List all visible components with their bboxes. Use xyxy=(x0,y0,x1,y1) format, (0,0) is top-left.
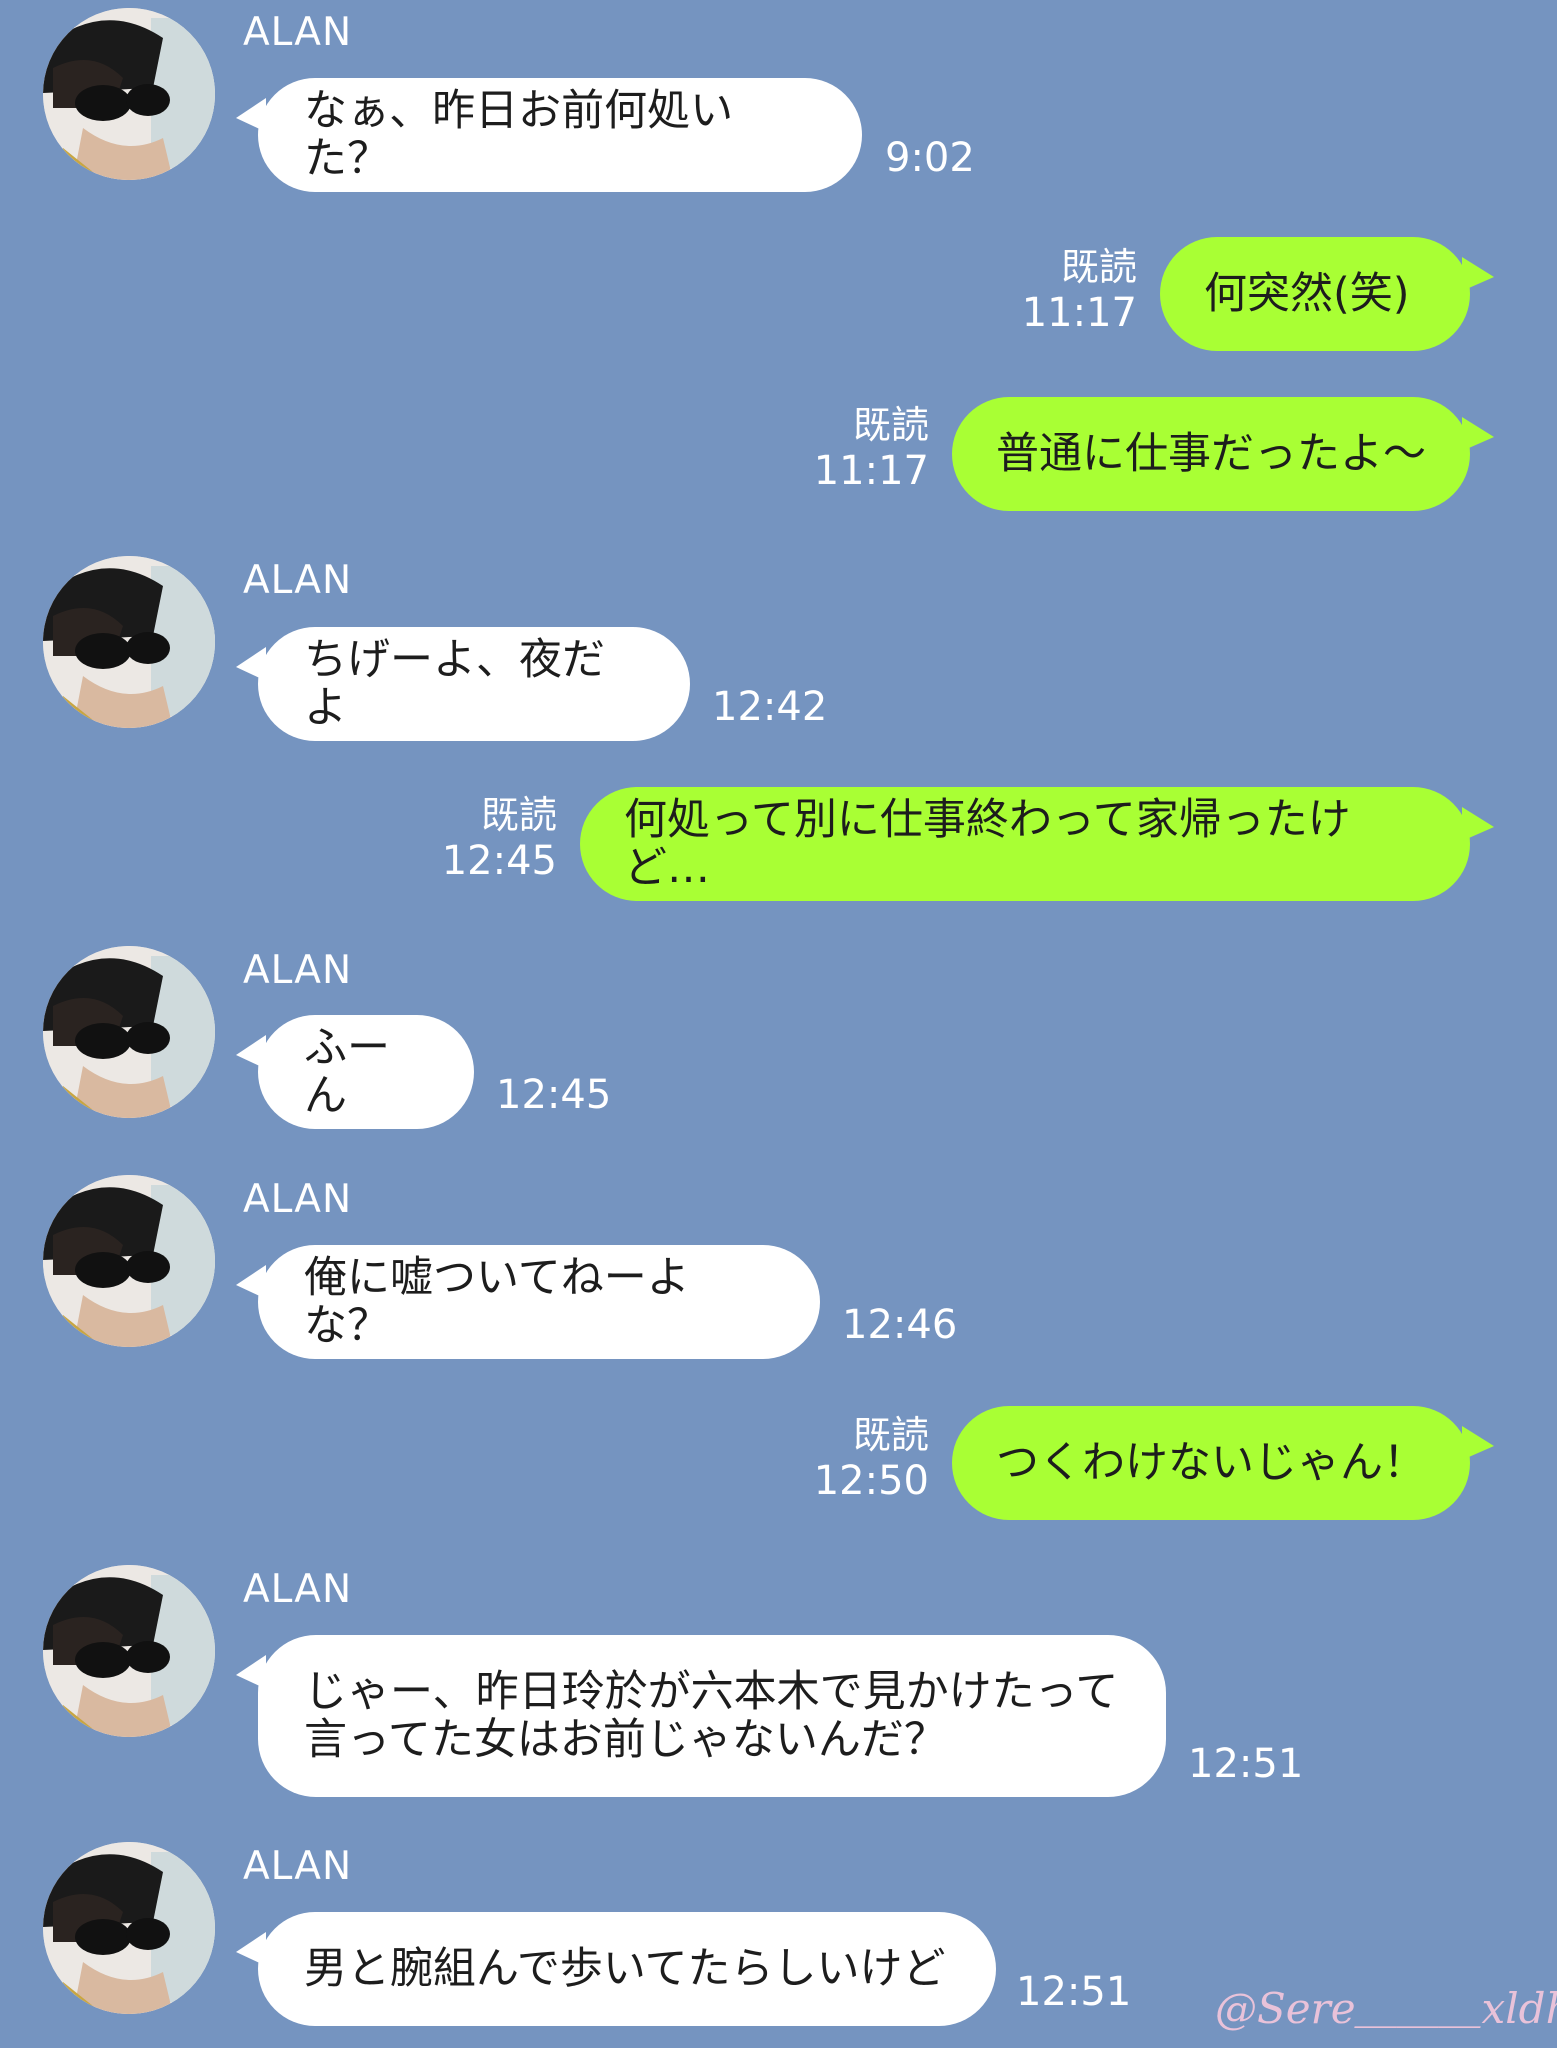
message-text: ふーん xyxy=(304,1023,390,1121)
message-bubble-outgoing[interactable]: 普通に仕事だったよ〜 xyxy=(952,397,1494,511)
message-time: 11:17 xyxy=(1021,290,1137,336)
bubble-tail xyxy=(236,1932,266,1966)
message-meta: 既読 11:17 xyxy=(1022,244,1137,336)
avatar-photo-icon xyxy=(43,556,215,728)
sender-name: ALAN xyxy=(243,558,353,603)
message-bubble-outgoing[interactable]: 何突然(笑) xyxy=(1160,237,1494,351)
message-text: 何突然(笑) xyxy=(1204,269,1410,319)
message-text: つくわけないじゃん！ xyxy=(996,1438,1426,1488)
message-time: 12:50 xyxy=(813,1458,929,1504)
sender-name: ALAN xyxy=(243,1177,353,1222)
bubble-tail xyxy=(236,1035,266,1069)
message-bubble-incoming[interactable]: なぁ、昨日お前何処いた？ xyxy=(236,78,862,192)
message-time: 12:51 xyxy=(1016,1969,1132,2015)
contact-avatar[interactable] xyxy=(43,1175,215,1347)
message-bubble-incoming[interactable]: 男と腕組んで歩いてたらしいけど xyxy=(236,1912,996,2026)
message-text: 何処って別に仕事終わって家帰ったけど… xyxy=(624,795,1351,893)
message-bubble-incoming[interactable]: ちげーよ、夜だよ xyxy=(236,627,690,741)
message-bubble-incoming[interactable]: ふーん xyxy=(236,1015,474,1129)
message-text: じゃー、昨日玲於が六本木で見かけたって 言ってた女はお前じゃないんだ？ xyxy=(304,1667,1119,1765)
avatar-photo-icon xyxy=(43,8,215,180)
message-meta: 既読 12:50 xyxy=(814,1412,929,1504)
message-meta: 既読 11:17 xyxy=(814,402,929,494)
chat-area[interactable]: ALAN なぁ、昨日お前何処いた？ 9:02 既読 11:17 何突然(笑) 既… xyxy=(0,0,1557,2048)
bubble-tail xyxy=(236,98,266,132)
contact-avatar[interactable] xyxy=(43,946,215,1118)
sender-name: ALAN xyxy=(243,1844,353,1889)
contact-avatar[interactable] xyxy=(43,1842,215,2014)
bubble-tail xyxy=(236,1655,266,1689)
message-time: 12:42 xyxy=(712,684,828,730)
contact-avatar[interactable] xyxy=(43,556,215,728)
avatar-photo-icon xyxy=(43,1565,215,1737)
avatar-photo-icon xyxy=(43,1175,215,1347)
message-time: 12:46 xyxy=(842,1302,958,1348)
bubble-tail xyxy=(1462,257,1494,291)
message-meta: 既読 12:45 xyxy=(442,792,557,884)
read-receipt: 既読 xyxy=(480,793,557,837)
message-bubble-outgoing[interactable]: つくわけないじゃん！ xyxy=(952,1406,1494,1520)
message-time: 12:45 xyxy=(496,1072,612,1118)
message-text: 俺に嘘ついてねーよな？ xyxy=(304,1253,690,1351)
message-bubble-outgoing[interactable]: 何処って別に仕事終わって家帰ったけど… xyxy=(580,787,1494,901)
message-text: 男と腕組んで歩いてたらしいけど xyxy=(304,1944,946,1994)
message-time: 12:51 xyxy=(1188,1741,1304,1787)
message-text: 普通に仕事だったよ〜 xyxy=(996,429,1426,479)
read-receipt: 既読 xyxy=(852,403,929,447)
sender-name: ALAN xyxy=(243,1567,353,1612)
avatar-photo-icon xyxy=(43,1842,215,2014)
read-receipt: 既読 xyxy=(852,1413,929,1457)
message-bubble-incoming[interactable]: 俺に嘘ついてねーよな？ xyxy=(236,1245,820,1359)
bubble-tail xyxy=(236,1265,266,1299)
bubble-tail xyxy=(1462,807,1494,841)
contact-avatar[interactable] xyxy=(43,8,215,180)
message-bubble-incoming[interactable]: じゃー、昨日玲於が六本木で見かけたって 言ってた女はお前じゃないんだ？ xyxy=(236,1635,1166,1797)
avatar-photo-icon xyxy=(43,946,215,1118)
bubble-tail xyxy=(236,647,266,681)
message-time: 9:02 xyxy=(885,135,975,181)
contact-avatar[interactable] xyxy=(43,1565,215,1737)
message-time: 11:17 xyxy=(813,448,929,494)
message-time: 12:45 xyxy=(441,838,557,884)
bubble-tail xyxy=(1462,417,1494,451)
watermark: @Sere＿＿＿xldh xyxy=(1215,1984,1557,2033)
message-text: ちげーよ、夜だよ xyxy=(304,635,605,733)
bubble-tail xyxy=(1462,1426,1494,1460)
sender-name: ALAN xyxy=(243,10,353,55)
sender-name: ALAN xyxy=(243,948,353,993)
message-text: なぁ、昨日お前何処いた？ xyxy=(304,86,734,184)
read-receipt: 既読 xyxy=(1060,245,1137,289)
